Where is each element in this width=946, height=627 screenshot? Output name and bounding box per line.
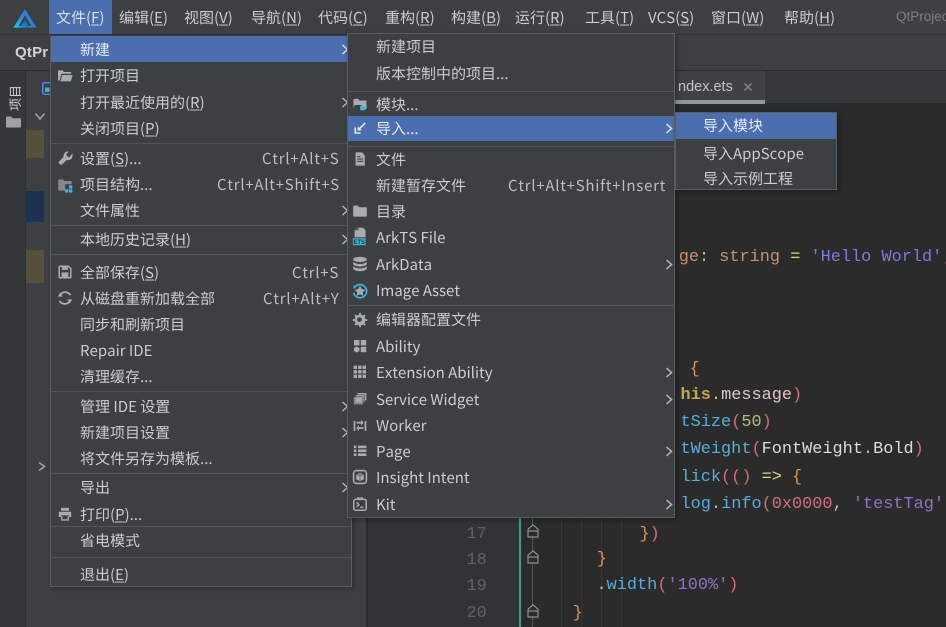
svg-text:ETS: ETS — [353, 240, 365, 246]
